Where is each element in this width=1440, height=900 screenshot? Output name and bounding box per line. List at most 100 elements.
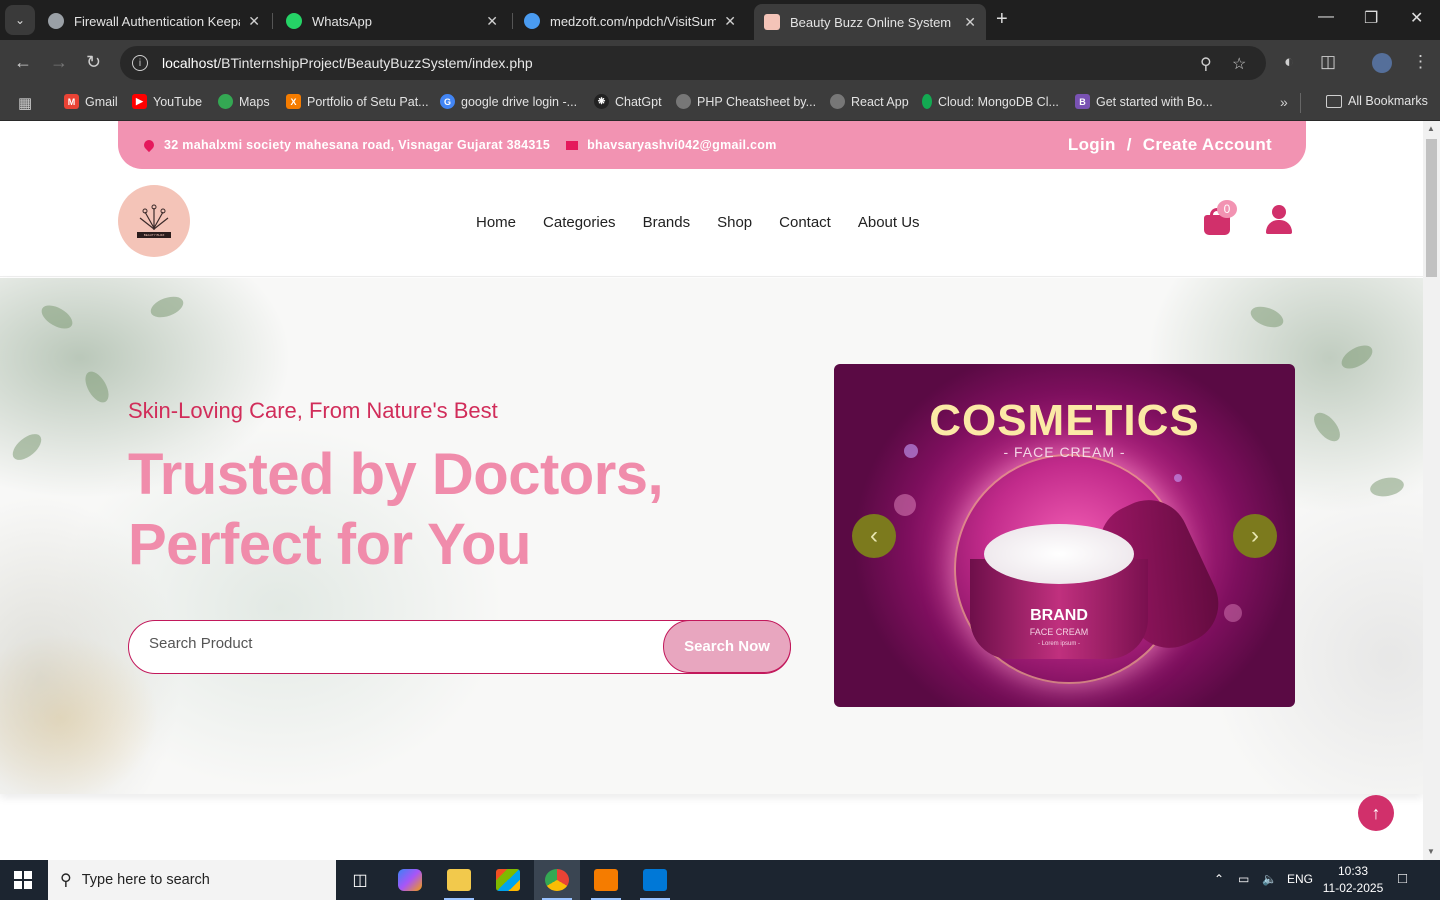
profile-avatar[interactable] [1372,53,1392,73]
leaf-decoration [8,429,46,465]
contact-topbar: 32 mahalxmi society mahesana road, Visna… [118,121,1306,169]
carousel-subtitle: - FACE CREAM - [1003,444,1126,460]
zoom-magnifier-icon[interactable]: ⚲ [1200,54,1212,74]
tab-medzoft[interactable]: medzoft.com/npdch/VisitSummary ✕ [514,6,746,36]
bokeh-decoration [894,494,916,516]
volume-icon[interactable]: 🔈 [1262,872,1277,886]
search-input[interactable] [149,635,629,652]
vscode-icon[interactable] [632,860,678,900]
windows-start-icon[interactable] [14,871,32,889]
gmail-icon: M [64,94,79,109]
url-text: localhost/BTinternshipProject/BeautyBuzz… [162,55,533,71]
hero-carousel: COSMETICS - FACE CREAM - BRAND FACE CREA… [834,364,1295,707]
address-info: 32 mahalxmi society mahesana road, Visna… [141,137,550,153]
bookmark-react-app[interactable]: React App [830,94,909,109]
bookmark-portfolio[interactable]: X Portfolio of Setu Pat... [286,94,429,109]
file-explorer-icon[interactable] [436,860,482,900]
tab-beauty-buzz[interactable]: Beauty Buzz Online System ✕ [754,4,986,40]
nav-brands[interactable]: Brands [643,214,691,231]
incognito-icon[interactable]: ◐ [1284,52,1294,72]
close-icon[interactable]: ✕ [248,13,260,30]
mongodb-leaf-icon [922,94,932,109]
bookmark-chatgpt[interactable]: ❋ ChatGpt [594,94,662,109]
taskbar-search-box[interactable]: ⚲ Type here to search [48,860,336,900]
carousel-title: COSMETICS [929,396,1200,445]
bookmark-bootstrap[interactable]: B Get started with Bo... [1075,94,1213,109]
task-view-icon[interactable]: ◫ [337,860,383,900]
extensions-puzzle-icon[interactable]: ◫ [1320,52,1336,72]
scrollbar-thumb[interactable] [1426,139,1437,277]
carousel-next-chevron-icon[interactable]: › [1233,514,1277,558]
new-tab-plus-icon[interactable]: + [996,8,1008,31]
bookmark-star-icon[interactable]: ☆ [1232,54,1246,74]
network-icon[interactable]: ▭ [1238,872,1249,886]
bookmark-maps[interactable]: Maps [218,94,270,109]
back-to-top-arrow-icon[interactable]: ↑ [1358,795,1394,831]
menu-kebab-icon[interactable]: ⋮ [1412,52,1429,72]
nav-contact[interactable]: Contact [779,214,831,231]
browser-tab-strip: ⌄ Firewall Authentication Keepalive ✕ Wh… [0,0,1440,40]
search-icon: ⚲ [60,872,72,889]
hero-headline: Trusted by Doctors, Perfect for You [128,440,768,580]
bokeh-decoration [1174,474,1182,482]
window-close-icon[interactable]: ✕ [1410,8,1423,28]
leaf-decoration [1368,475,1406,499]
back-arrow-icon[interactable]: ← [14,52,32,73]
more-bookmarks-chevron-icon[interactable]: » [1280,94,1288,110]
xampp-icon[interactable] [583,860,629,900]
auth-links: Login / Create Account [1068,135,1272,155]
bookmark-gmail[interactable]: M Gmail [64,94,118,109]
scroll-up-arrow-icon[interactable]: ▲ [1427,124,1435,133]
chrome-icon[interactable] [534,860,580,900]
maps-pin-icon [218,94,233,109]
close-icon[interactable]: ✕ [964,14,976,31]
apps-grid-icon[interactable]: ▦ [18,94,32,112]
bookmark-mongodb[interactable]: Cloud: MongoDB Cl... [922,94,1059,109]
copilot-icon[interactable] [387,860,433,900]
nav-categories[interactable]: Categories [543,214,616,231]
jar-cream [984,524,1134,584]
forward-arrow-icon[interactable]: → [50,52,68,73]
nav-home[interactable]: Home [476,214,516,231]
bookmark-google-drive[interactable]: Ggoogle drive login -... [440,94,577,109]
carousel-prev-chevron-icon[interactable]: ‹ [852,514,896,558]
email-info: bhavsaryashvi042@gmail.com [566,138,777,152]
bokeh-decoration [1224,604,1242,622]
headline-line-2: Perfect for You [128,512,531,577]
auth-separator: / [1126,135,1132,154]
language-indicator[interactable]: ENG [1287,872,1313,886]
close-icon[interactable]: ✕ [486,13,498,30]
site-info-icon[interactable]: i [132,55,148,71]
tray-chevron-up-icon[interactable]: ⌃ [1214,872,1224,886]
product-search: Search Now [128,620,791,674]
system-clock[interactable]: 10:33 11-02-2025 [1322,863,1384,897]
page-scrollbar[interactable]: ▲ ▼ [1423,121,1440,860]
envelope-icon [566,140,579,150]
user-account-icon[interactable] [1265,205,1293,237]
windows-taskbar: ⚲ Type here to search ◫ ⌃ ▭ 🔈 ENG 10:33 … [0,860,1440,900]
bookmark-youtube[interactable]: ▶ YouTube [132,94,202,109]
close-icon[interactable]: ✕ [724,13,736,30]
login-link[interactable]: Login [1068,135,1116,154]
youtube-icon: ▶ [132,94,147,109]
xampp-icon: X [286,94,301,109]
microsoft-store-icon[interactable] [485,860,531,900]
create-account-link[interactable]: Create Account [1143,135,1272,154]
tab-whatsapp[interactable]: WhatsApp ✕ [276,6,508,36]
cart-button[interactable]: 0 [1204,200,1237,235]
notification-icon[interactable]: □ [1398,870,1407,887]
search-now-button[interactable]: Search Now [663,620,791,673]
tab-search-chevron-icon[interactable]: ⌄ [5,5,35,35]
scroll-down-arrow-icon[interactable]: ▼ [1427,847,1435,856]
all-bookmarks[interactable]: All Bookmarks [1326,94,1428,108]
nav-shop[interactable]: Shop [717,214,752,231]
minimize-icon[interactable]: — [1318,8,1334,26]
restore-icon[interactable]: ❐ [1364,8,1378,28]
bookmark-php-cheatsheet[interactable]: PHP Cheatsheet by... [676,94,816,109]
nav-about-us[interactable]: About Us [858,214,920,231]
tab-firewall[interactable]: Firewall Authentication Keepalive ✕ [38,6,270,36]
main-navbar: BEAUTY BUZZ Home Categories Brands Shop … [0,169,1423,277]
reload-icon[interactable]: ↻ [86,52,101,73]
site-logo[interactable]: BEAUTY BUZZ [118,185,190,257]
address-bar[interactable]: i localhost/BTinternshipProject/BeautyBu… [120,46,1266,80]
